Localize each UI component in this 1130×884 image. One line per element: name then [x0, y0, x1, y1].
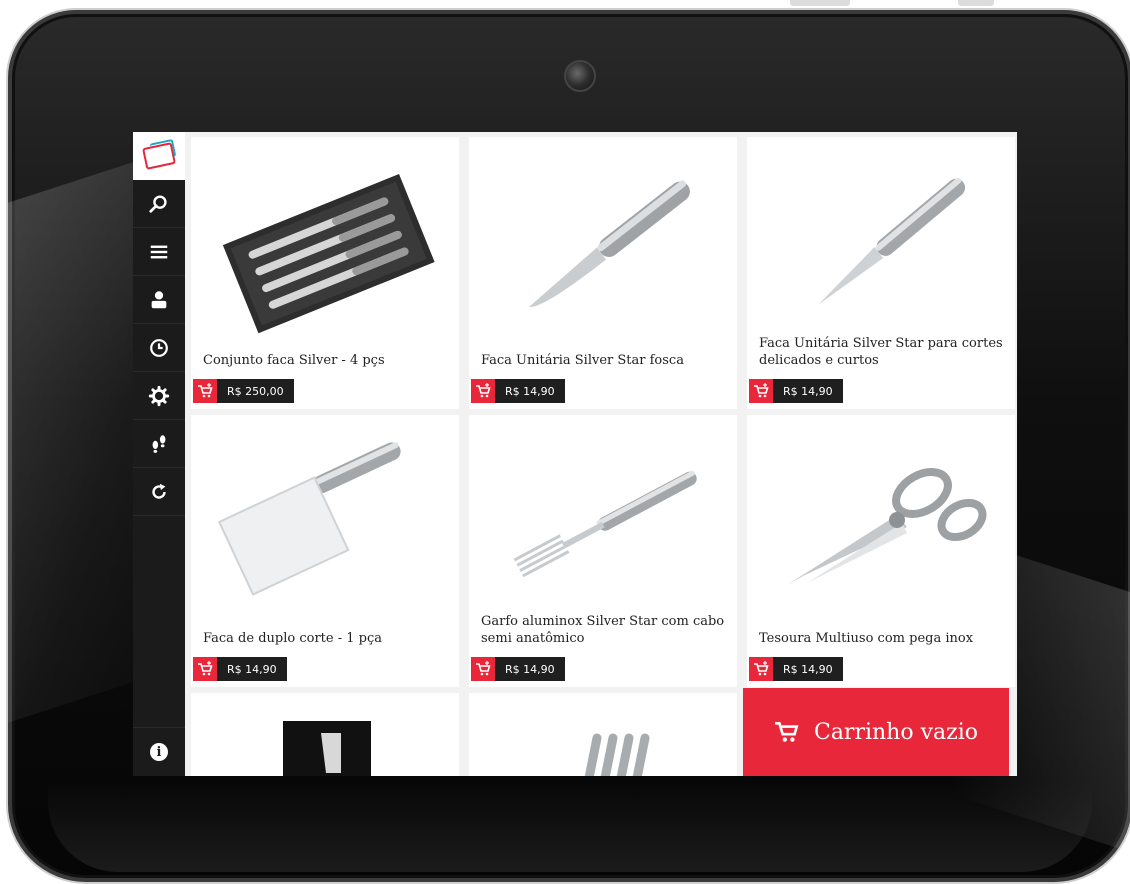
user-icon [151, 290, 167, 308]
product-image [217, 442, 401, 596]
product-image [513, 470, 697, 578]
product-image [787, 468, 987, 585]
menu-icon [150, 245, 168, 258]
cart-icon [775, 722, 799, 742]
cart-plus-icon [198, 661, 213, 676]
nav-user[interactable] [133, 276, 185, 324]
add-to-cart-button[interactable] [749, 657, 773, 681]
product-image [818, 177, 966, 305]
nav-search[interactable] [133, 180, 185, 228]
product-card[interactable]: Faca Unitária Silver Star fosca R$ 14,90 [469, 137, 737, 409]
nav-info[interactable]: i [133, 727, 185, 776]
product-name: Tesoura Multiuso com pega inox [759, 631, 974, 646]
product-price: R$ 14,90 [773, 379, 843, 403]
add-to-cart-button[interactable] [749, 379, 773, 403]
hardware-button [790, 0, 850, 6]
logo-icon [142, 142, 176, 170]
product-card[interactable]: Conjunto faca Silver - 4 pçs R$ 250,00 [191, 137, 459, 409]
product-card[interactable] [469, 693, 737, 776]
add-to-cart-button[interactable] [193, 379, 217, 403]
nav-refresh[interactable] [133, 468, 185, 516]
add-to-cart-button[interactable] [471, 379, 495, 403]
product-price: R$ 14,90 [495, 657, 565, 681]
product-card[interactable]: Faca Unitária Silver Star para cortes de… [747, 137, 1015, 409]
product-image [283, 721, 371, 776]
price-row: R$ 14,90 [471, 379, 565, 403]
product-card[interactable] [191, 693, 459, 776]
product-name: Faca Unitária Silver Star fosca [481, 353, 684, 368]
price-row: R$ 250,00 [193, 379, 294, 403]
nav-history[interactable] [133, 324, 185, 372]
hardware-button [958, 0, 994, 6]
search-icon [149, 194, 167, 213]
product-price: R$ 250,00 [217, 379, 294, 403]
app-screen: i Conjunto faca Silver - 4 pçs R$ 250,00… [133, 132, 1017, 776]
cart-empty-button[interactable]: Carrinho vazio [743, 688, 1009, 776]
product-name: Faca de duplo corte - 1 pça [203, 631, 382, 646]
price-row: R$ 14,90 [471, 657, 565, 681]
product-name: Garfo aluminox Silver Star com cabo semi… [481, 614, 725, 646]
camera-icon [564, 60, 596, 92]
add-to-cart-button[interactable] [193, 657, 217, 681]
sidebar: i [133, 132, 185, 776]
nav-steps[interactable] [133, 420, 185, 468]
price-row: R$ 14,90 [193, 657, 287, 681]
footsteps-icon [152, 434, 166, 453]
info-icon: i [150, 743, 168, 761]
nav-settings[interactable] [133, 372, 185, 420]
cart-plus-icon [476, 383, 491, 398]
price-row: R$ 14,90 [749, 379, 843, 403]
price-row: R$ 14,90 [749, 657, 843, 681]
cart-plus-icon [476, 661, 491, 676]
product-card[interactable]: Faca de duplo corte - 1 pça R$ 14,90 [191, 415, 459, 687]
product-image [222, 173, 435, 334]
gear-icon [148, 385, 170, 406]
product-name: Faca Unitária Silver Star para cortes de… [759, 336, 1003, 368]
product-image [528, 180, 690, 307]
nav-menu[interactable] [133, 228, 185, 276]
product-card[interactable]: Tesoura Multiuso com pega inox R$ 14,90 [747, 415, 1015, 687]
clock-icon [150, 338, 168, 357]
product-image [584, 733, 650, 776]
product-price: R$ 14,90 [495, 379, 565, 403]
refresh-icon [152, 483, 166, 499]
add-to-cart-button[interactable] [471, 657, 495, 681]
product-grid: Conjunto faca Silver - 4 pçs R$ 250,00 F… [191, 132, 1017, 776]
cart-plus-icon [754, 383, 769, 398]
cart-plus-icon [198, 383, 213, 398]
product-price: R$ 14,90 [773, 657, 843, 681]
product-price: R$ 14,90 [217, 657, 287, 681]
cart-plus-icon [754, 661, 769, 676]
cart-empty-label: Carrinho vazio [813, 719, 978, 745]
app-logo[interactable] [133, 132, 185, 180]
product-name: Conjunto faca Silver - 4 pçs [203, 353, 385, 368]
product-card[interactable]: Garfo aluminox Silver Star com cabo semi… [469, 415, 737, 687]
bezel-shine [48, 782, 1092, 872]
